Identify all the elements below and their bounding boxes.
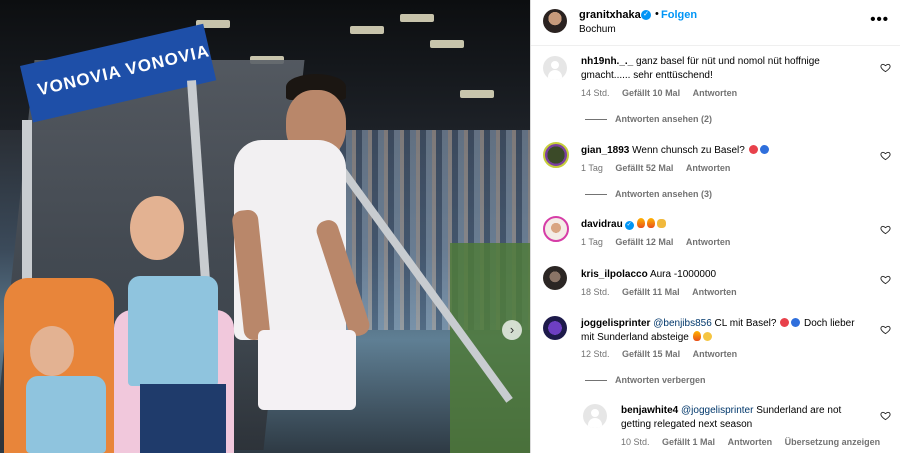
comment-username[interactable]: davidrau (581, 219, 623, 230)
follow-button[interactable]: Folgen (661, 9, 697, 21)
comment-time[interactable]: 18 Std. (581, 287, 610, 297)
divider-line (585, 119, 607, 121)
comment-text: davidrau ✓ (581, 218, 857, 232)
comment-time[interactable]: 10 Std. (621, 437, 650, 447)
separator-dot: • (655, 8, 659, 20)
like-heart-icon[interactable] (880, 150, 891, 161)
comment-likes[interactable]: Gefällt 52 Mal (615, 163, 673, 173)
comment-likes[interactable]: Gefällt 11 Mal (622, 287, 680, 297)
comment-text: gian_1893 Wenn chunsch zu Basel? (581, 144, 857, 158)
comment-username[interactable]: benjawhite4 (621, 405, 678, 416)
comment-meta: 1 Tag Gefällt 52 Mal Antworten (581, 163, 740, 173)
red-circle-emoji-icon (748, 145, 758, 154)
comment-meta: 10 Std. Gefällt 1 Mal Antworten Übersetz… (621, 437, 890, 447)
comment-username[interactable]: kris_ilpolacco (581, 269, 648, 280)
next-photo-button[interactable]: › (502, 320, 522, 340)
commenter-avatar[interactable] (543, 56, 567, 80)
view-replies-label: Antworten ansehen (2) (615, 114, 713, 124)
child-shorts (140, 384, 226, 453)
child-head (30, 326, 74, 376)
post-photo: VONOVIA VONOVIA › (0, 0, 530, 453)
post-header: granitxhaka ✓ • Folgen Bochum ••• (531, 0, 900, 46)
author-username[interactable]: granitxhaka (579, 9, 641, 21)
like-heart-icon[interactable] (880, 224, 891, 235)
comment-meta: 12 Std. Gefällt 15 Mal Antworten (581, 349, 747, 359)
blue-circle-emoji-icon (759, 145, 769, 154)
comment-time[interactable]: 14 Std. (581, 88, 610, 98)
comment-time[interactable]: 1 Tag (581, 237, 603, 247)
comment-username[interactable]: gian_1893 (581, 145, 629, 156)
like-heart-icon[interactable] (880, 62, 891, 73)
post-location[interactable]: Bochum (579, 24, 616, 35)
comment-mention[interactable]: @benjibs856 (653, 318, 712, 329)
like-heart-icon[interactable] (880, 324, 891, 335)
comment-mention[interactable]: @joggelisprinter (681, 405, 753, 416)
comment-time[interactable]: 12 Std. (581, 349, 610, 359)
comment-time[interactable]: 1 Tag (581, 163, 603, 173)
roof-light (350, 26, 384, 34)
clap-emoji-icon (657, 219, 667, 228)
comment-body: Wenn chunsch zu Basel? (632, 145, 745, 156)
comment-meta: 14 Std. Gefällt 10 Mal Antworten (581, 88, 747, 98)
reply-button[interactable]: Antworten (728, 437, 773, 447)
commenter-avatar[interactable] (543, 266, 567, 290)
comment-text: benjawhite4 @joggelisprinter Sunderland … (621, 404, 861, 432)
comment-username[interactable]: nh19nh._._ (581, 56, 633, 67)
fire-emoji-icon (637, 218, 646, 228)
comment-text: joggelisprinter @benjibs856 CL mit Basel… (581, 317, 857, 345)
view-replies-label: Antworten ansehen (3) (615, 189, 713, 199)
comment-username[interactable]: joggelisprinter (581, 318, 650, 329)
comment-meta: 1 Tag Gefällt 12 Mal Antworten (581, 237, 740, 247)
verified-badge-icon: ✓ (624, 221, 634, 230)
child-head (130, 196, 184, 260)
comment-likes[interactable]: Gefällt 10 Mal (622, 88, 680, 98)
view-replies-button[interactable]: Antworten ansehen (2) (585, 114, 712, 124)
commenter-avatar[interactable] (543, 316, 567, 340)
comment-likes[interactable]: Gefällt 1 Mal (662, 437, 715, 447)
fire-emoji-icon (647, 218, 656, 228)
hide-replies-button[interactable]: Antworten verbergen (585, 375, 706, 385)
divider-line (585, 380, 607, 382)
like-heart-icon[interactable] (880, 274, 891, 285)
verified-badge-icon: ✓ (641, 10, 651, 20)
hide-replies-label: Antworten verbergen (615, 375, 706, 385)
translate-button[interactable]: Übersetzung anzeigen (785, 437, 881, 447)
comments-panel: granitxhaka ✓ • Folgen Bochum ••• nh19nh… (530, 0, 900, 453)
pitch-grass (450, 243, 530, 453)
reply-button[interactable]: Antworten (693, 349, 738, 359)
commenter-avatar[interactable] (583, 404, 607, 428)
comment-meta: 18 Std. Gefällt 11 Mal Antworten (581, 287, 747, 297)
red-circle-emoji-icon (780, 318, 790, 327)
reply-button[interactable]: Antworten (692, 287, 737, 297)
roof-light (430, 40, 464, 48)
reply-button[interactable]: Antworten (693, 88, 738, 98)
comment-likes[interactable]: Gefällt 12 Mal (615, 237, 673, 247)
blue-circle-emoji-icon (791, 318, 801, 327)
view-replies-button[interactable]: Antworten ansehen (3) (585, 189, 712, 199)
player-shorts (258, 330, 356, 410)
commenter-avatar[interactable] (543, 216, 569, 242)
child-shirt (128, 276, 218, 386)
child-shirt (26, 376, 106, 453)
commenter-avatar[interactable] (543, 142, 569, 168)
author-avatar[interactable] (543, 9, 567, 33)
crying-emoji-icon (702, 332, 712, 341)
comment-likes[interactable]: Gefällt 15 Mal (622, 349, 680, 359)
comment-text: nh19nh._._ ganz basel für nüt und nomol … (581, 55, 857, 83)
comment-body: CL mit Basel? (714, 318, 777, 329)
roof-light (460, 90, 494, 98)
comment-text: kris_ilpolacco Aura -1000000 (581, 268, 857, 282)
like-heart-icon[interactable] (880, 410, 891, 421)
fire-emoji-icon (692, 331, 701, 341)
reply-button[interactable]: Antworten (686, 163, 731, 173)
comment-body: Aura -1000000 (649, 269, 717, 280)
more-options-icon[interactable]: ••• (870, 11, 889, 28)
divider-line (585, 194, 607, 196)
reply-button[interactable]: Antworten (686, 237, 731, 247)
roof-light (400, 14, 434, 22)
